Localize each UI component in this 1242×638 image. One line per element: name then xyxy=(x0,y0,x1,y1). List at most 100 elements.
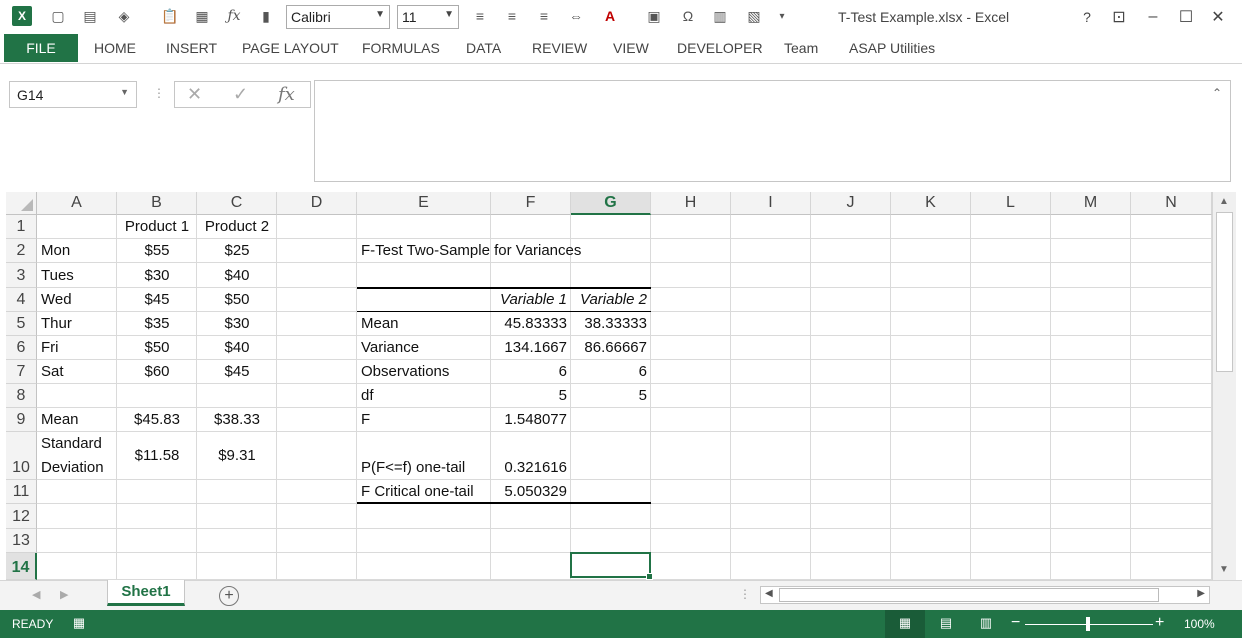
font-size-select[interactable]: 11 ▼ xyxy=(397,5,459,29)
cell-a10b[interactable]: Deviation xyxy=(37,459,117,477)
tab-review[interactable]: REVIEW xyxy=(532,40,587,56)
tab-team[interactable]: Team xyxy=(784,40,818,56)
cell-g4[interactable]: Variable 2 xyxy=(571,291,651,309)
scroll-thumb[interactable] xyxy=(1216,212,1233,372)
align-right-icon[interactable]: ≡ xyxy=(534,6,554,26)
cell-e10[interactable]: P(F<=f) one-tail xyxy=(357,459,465,477)
formula-input[interactable] xyxy=(314,80,1231,182)
tab-formulas[interactable]: FORMULAS xyxy=(362,40,440,56)
freeze-panes-icon[interactable]: ▥ xyxy=(710,6,730,26)
cell-b10[interactable]: $11.58 xyxy=(117,447,197,465)
cell-f5[interactable]: 45.83333 xyxy=(491,315,571,333)
select-all-button[interactable] xyxy=(6,192,37,215)
cell-c6[interactable]: $40 xyxy=(197,339,277,357)
row-header-1[interactable]: 1 xyxy=(6,215,37,239)
close-icon[interactable]: ✕ xyxy=(1207,6,1229,28)
align-left-icon[interactable]: ≡ xyxy=(470,6,490,26)
row-header-8[interactable]: 8 xyxy=(6,384,37,408)
tab-file[interactable]: FILE xyxy=(4,34,78,62)
column-header-c[interactable]: C xyxy=(197,192,277,215)
column-header-n[interactable]: N xyxy=(1131,192,1212,215)
zoom-in-icon[interactable]: + xyxy=(1155,614,1164,632)
add-sheet-icon[interactable]: + xyxy=(219,586,239,606)
cell-c4[interactable]: $50 xyxy=(197,291,277,309)
tab-asap-utilities[interactable]: ASAP Utilities xyxy=(849,40,935,56)
scroll-up-icon[interactable]: ▲ xyxy=(1219,196,1229,207)
cell-f9[interactable]: 1.548077 xyxy=(491,411,571,429)
collapse-formula-bar-icon[interactable]: ⌃ xyxy=(1212,86,1222,100)
cell-a7[interactable]: Sat xyxy=(37,363,117,381)
minimize-icon[interactable]: – xyxy=(1142,6,1164,28)
cell-a10a[interactable]: Standard xyxy=(37,435,117,453)
zoom-slider-thumb[interactable] xyxy=(1086,617,1090,631)
column-header-h[interactable]: H xyxy=(651,192,731,215)
scroll-left-icon[interactable]: ◀ xyxy=(765,588,773,599)
horizontal-scrollbar[interactable]: ◀ ▶ xyxy=(760,586,1210,604)
cell-f10[interactable]: 0.321616 xyxy=(491,459,571,477)
page-layout-view-icon[interactable]: ▤ xyxy=(938,615,954,631)
cancel-icon[interactable]: ✕ xyxy=(187,84,202,105)
chart-icon[interactable]: ▮ xyxy=(256,6,276,26)
cell-c9[interactable]: $38.33 xyxy=(197,411,277,429)
font-color-icon[interactable]: A xyxy=(600,6,620,26)
cell-c7[interactable]: $45 xyxy=(197,363,277,381)
column-header-e[interactable]: E xyxy=(357,192,491,215)
cell-e2[interactable]: F-Test Two-Sample for Variances xyxy=(357,242,581,260)
cell-b1[interactable]: Product 1 xyxy=(117,218,197,236)
row-header-11[interactable]: 11 xyxy=(6,480,37,504)
tab-data[interactable]: DATA xyxy=(466,40,501,56)
row-header-4[interactable]: 4 xyxy=(6,288,37,312)
scroll-right-icon[interactable]: ▶ xyxy=(1197,588,1205,599)
sheet-next-icon[interactable]: ▶ xyxy=(60,588,68,601)
font-name-select[interactable]: Calibri ▼ xyxy=(286,5,390,29)
help-icon[interactable]: ? xyxy=(1076,6,1098,28)
format-cells-icon[interactable]: ▤ xyxy=(80,6,100,26)
row-header-3[interactable]: 3 xyxy=(6,263,37,288)
symbol-icon[interactable]: Ω xyxy=(678,6,698,26)
zoom-out-icon[interactable]: − xyxy=(1011,614,1020,632)
name-box[interactable]: G14 ▼ xyxy=(9,81,137,108)
cell-c2[interactable]: $25 xyxy=(197,242,277,260)
column-header-l[interactable]: L xyxy=(971,192,1051,215)
column-header-j[interactable]: J xyxy=(811,192,891,215)
cell-b6[interactable]: $50 xyxy=(117,339,197,357)
cell-f4[interactable]: Variable 1 xyxy=(491,291,571,309)
cell-a3[interactable]: Tues xyxy=(37,267,117,285)
cell-f6[interactable]: 134.1667 xyxy=(491,339,571,357)
cell-c10[interactable]: $9.31 xyxy=(197,447,277,465)
insert-function-icon[interactable]: ƒx xyxy=(224,6,244,26)
paste-values-icon[interactable]: ▦ xyxy=(192,6,212,26)
hscroll-thumb[interactable] xyxy=(779,588,1159,602)
cell-a6[interactable]: Fri xyxy=(37,339,117,357)
cell-e6[interactable]: Variance xyxy=(357,339,491,357)
column-header-m[interactable]: M xyxy=(1051,192,1131,215)
macro-record-icon[interactable]: ▦ xyxy=(71,615,87,631)
row-header-6[interactable]: 6 xyxy=(6,336,37,360)
cell-e8[interactable]: df xyxy=(357,387,491,405)
row-header-7[interactable]: 7 xyxy=(6,360,37,384)
merge-icon[interactable]: ⇔ xyxy=(566,6,586,26)
cell-g6[interactable]: 86.66667 xyxy=(571,339,651,357)
cell-c1[interactable]: Product 2 xyxy=(197,218,277,236)
fill-color-icon[interactable]: ◈ xyxy=(114,6,134,26)
tab-developer[interactable]: DEVELOPER xyxy=(677,40,763,56)
ribbon-display-icon[interactable]: ⊡ xyxy=(1108,6,1130,28)
cell-f11[interactable]: 5.050329 xyxy=(491,483,571,501)
column-header-k[interactable]: K xyxy=(891,192,971,215)
cell-e5[interactable]: Mean xyxy=(357,315,491,333)
cell-g8[interactable]: 5 xyxy=(571,387,651,405)
vertical-scrollbar[interactable]: ▲ ▼ xyxy=(1212,192,1236,580)
selected-cell-g14[interactable] xyxy=(570,552,653,580)
cell-e7[interactable]: Observations xyxy=(357,363,491,381)
sheet-options-icon[interactable]: ▧ xyxy=(744,6,764,26)
row-header-12[interactable]: 12 xyxy=(6,504,37,529)
row-header-9[interactable]: 9 xyxy=(6,408,37,432)
cell-e11[interactable]: F Critical one-tail xyxy=(357,483,474,501)
spreadsheet-grid[interactable]: A B C D E F G H I J K L M N 1 2 3 4 5 6 7 8 9 10 11 12 13 14 Product… xyxy=(6,192,1212,580)
enter-icon[interactable]: ✓ xyxy=(233,84,248,105)
tab-view[interactable]: VIEW xyxy=(613,40,649,56)
cell-e9[interactable]: F xyxy=(357,411,491,429)
insert-function-button[interactable]: fx xyxy=(278,84,295,105)
cell-f8[interactable]: 5 xyxy=(491,387,571,405)
tab-splitter-handle[interactable]: ⋮ xyxy=(739,587,751,601)
